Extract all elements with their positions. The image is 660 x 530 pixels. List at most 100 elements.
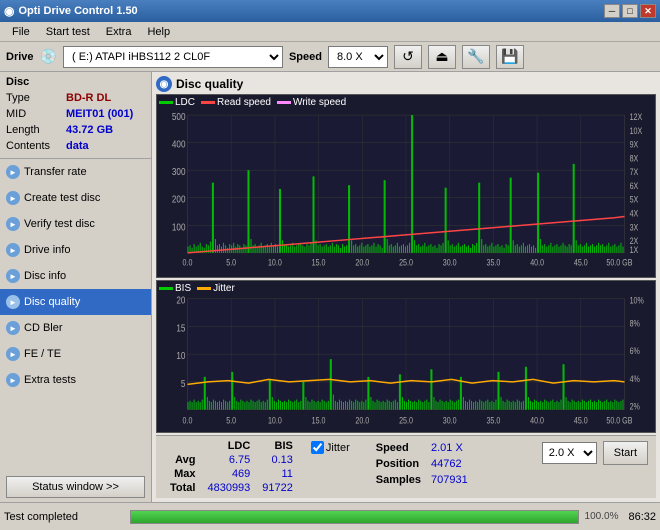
svg-text:35.0: 35.0 — [486, 415, 500, 425]
read-speed-legend-color — [201, 101, 215, 104]
drive-info-label: Drive info — [24, 244, 70, 256]
type-label: Type — [6, 90, 66, 106]
sidebar-item-disc-quality[interactable]: ► Disc quality — [0, 289, 151, 315]
svg-text:30.0: 30.0 — [443, 415, 457, 425]
bis-legend-label: BIS — [175, 283, 191, 294]
disc-mid-row: MID MEIT01 (001) — [6, 106, 145, 122]
right-stats: Speed 2.01 X Position 44762 Samples 7079… — [370, 439, 474, 489]
max-ldc-value: 469 — [201, 467, 256, 481]
disc-contents-row: Contents data — [6, 138, 145, 154]
drive-select[interactable]: ( E:) ATAPI iHBS112 2 CL0F — [63, 46, 283, 68]
start-button[interactable]: Start — [603, 441, 648, 465]
total-label: Total — [164, 481, 201, 495]
minimize-button[interactable]: ─ — [604, 4, 620, 18]
svg-text:100: 100 — [172, 222, 186, 233]
svg-text:0.0: 0.0 — [183, 258, 193, 268]
stats-table: LDC BIS Avg 6.75 0.13 Max 469 11 Total 4… — [164, 439, 299, 495]
disc-quality-title: Disc quality — [176, 77, 243, 91]
menu-help[interactable]: Help — [139, 24, 178, 40]
svg-text:6%: 6% — [630, 346, 640, 356]
menu-extra[interactable]: Extra — [98, 24, 140, 40]
svg-text:15.0: 15.0 — [312, 415, 326, 425]
verify-test-disc-label: Verify test disc — [24, 218, 95, 230]
bis-chart-svg: 20 15 10 5 10% 8% 6% 4% 2% 0.0 5.0 10.0 … — [157, 281, 655, 432]
save-button[interactable]: 💾 — [496, 45, 524, 69]
maximize-button[interactable]: □ — [622, 4, 638, 18]
write-speed-legend-item: Write speed — [277, 97, 346, 108]
sidebar-item-drive-info[interactable]: ► Drive info — [0, 237, 151, 263]
ldc-legend-label: LDC — [175, 97, 195, 108]
svg-text:6X: 6X — [630, 181, 639, 191]
speed-label: Speed — [289, 51, 322, 63]
speed-stat-value: 2.01 X — [427, 441, 472, 455]
svg-text:3X: 3X — [630, 223, 639, 233]
refresh-button[interactable]: ↺ — [394, 45, 422, 69]
ldc-legend-color — [159, 101, 173, 104]
right-stats-table: Speed 2.01 X Position 44762 Samples 7079… — [370, 439, 474, 489]
contents-label: Contents — [6, 138, 66, 154]
status-time: 86:32 — [628, 511, 656, 523]
svg-text:5: 5 — [181, 378, 186, 389]
jitter-legend-item: Jitter — [197, 283, 235, 294]
disc-length-row: Length 43.72 GB — [6, 122, 145, 138]
svg-text:500: 500 — [172, 111, 186, 122]
transfer-rate-icon: ► — [6, 165, 20, 179]
menu-bar: File Start test Extra Help — [0, 22, 660, 42]
svg-text:300: 300 — [172, 166, 186, 177]
sidebar-item-cd-bler[interactable]: ► CD Bler — [0, 315, 151, 341]
bis-chart: BIS Jitter — [156, 280, 656, 433]
svg-text:20.0: 20.0 — [355, 258, 369, 268]
content-area: ◉ Disc quality LDC Read speed Write spee… — [152, 72, 660, 502]
svg-text:8%: 8% — [630, 318, 640, 328]
length-label: Length — [6, 122, 66, 138]
svg-text:4X: 4X — [630, 209, 639, 219]
svg-text:30.0: 30.0 — [443, 258, 457, 268]
progress-percent: 100.0% — [585, 511, 619, 522]
ldc-legend-item: LDC — [159, 97, 195, 108]
read-speed-legend-item: Read speed — [201, 97, 271, 108]
sidebar-item-create-test-disc[interactable]: ► Create test disc — [0, 185, 151, 211]
disc-quality-label: Disc quality — [24, 296, 80, 308]
disc-type-row: Type BD-R DL — [6, 90, 145, 106]
bis-header: BIS — [256, 439, 299, 453]
mid-label: MID — [6, 106, 66, 122]
svg-text:7X: 7X — [630, 167, 639, 177]
sidebar-item-fe-te[interactable]: ► FE / TE — [0, 341, 151, 367]
svg-text:12X: 12X — [630, 112, 643, 122]
sidebar-item-verify-test-disc[interactable]: ► Verify test disc — [0, 211, 151, 237]
svg-text:45.0: 45.0 — [574, 415, 588, 425]
test-speed-select[interactable]: 2.0 X 4.0 X 8.0 X — [542, 442, 597, 464]
samples-value: 707931 — [427, 473, 472, 487]
settings-button[interactable]: 🔧 — [462, 45, 490, 69]
status-window-button[interactable]: Status window >> — [6, 476, 145, 498]
svg-text:40.0: 40.0 — [530, 415, 544, 425]
svg-text:9X: 9X — [630, 140, 639, 150]
write-speed-legend-label: Write speed — [293, 97, 346, 108]
mid-value: MEIT01 (001) — [66, 106, 133, 122]
sidebar-item-extra-tests[interactable]: ► Extra tests — [0, 367, 151, 393]
fe-te-icon: ► — [6, 347, 20, 361]
jitter-checkbox[interactable] — [311, 441, 324, 454]
jitter-legend-label: Jitter — [213, 283, 235, 294]
svg-text:10.0: 10.0 — [268, 415, 282, 425]
svg-text:400: 400 — [172, 139, 186, 150]
sidebar: Disc Type BD-R DL MID MEIT01 (001) Lengt… — [0, 72, 152, 502]
speed-select[interactable]: 8.0 X — [328, 46, 388, 68]
jitter-checkbox-row[interactable]: Jitter — [311, 441, 350, 454]
write-speed-legend-color — [277, 101, 291, 104]
menu-start-test[interactable]: Start test — [38, 24, 98, 40]
sidebar-item-disc-info[interactable]: ► Disc info — [0, 263, 151, 289]
ldc-chart: LDC Read speed Write speed — [156, 94, 656, 278]
jitter-checkbox-label: Jitter — [326, 442, 350, 454]
sidebar-item-transfer-rate[interactable]: ► Transfer rate — [0, 159, 151, 185]
verify-test-disc-icon: ► — [6, 217, 20, 231]
bottom-stats: LDC BIS Avg 6.75 0.13 Max 469 11 Total 4… — [156, 435, 656, 498]
close-button[interactable]: ✕ — [640, 4, 656, 18]
menu-file[interactable]: File — [4, 24, 38, 40]
app-title: Opti Drive Control 1.50 — [18, 5, 604, 17]
ldc-header: LDC — [201, 439, 256, 453]
svg-text:15: 15 — [176, 322, 185, 333]
svg-text:45.0: 45.0 — [574, 258, 588, 268]
bis-legend-item: BIS — [159, 283, 191, 294]
eject-button[interactable]: ⏏ — [428, 45, 456, 69]
